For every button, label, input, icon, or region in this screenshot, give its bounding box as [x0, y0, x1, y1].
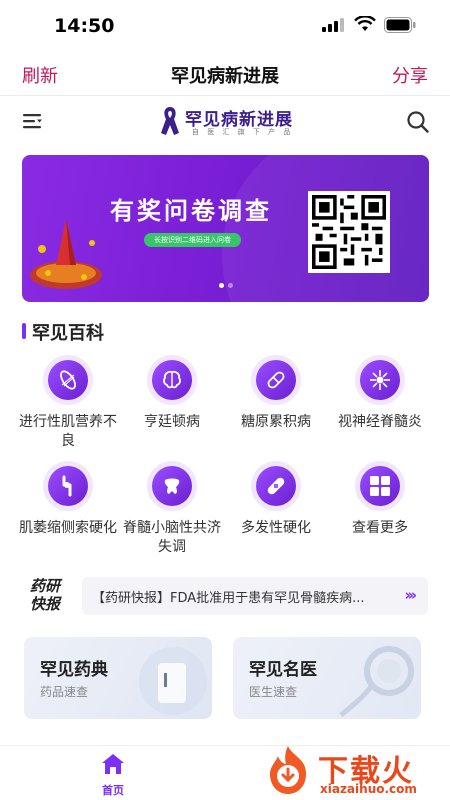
qr-code — [308, 191, 390, 273]
section-accent-bar — [22, 323, 26, 339]
wiki-item-ms[interactable]: 多发性硬化 — [226, 461, 326, 538]
wiki-item-glycogen[interactable]: 糖原累积病 — [226, 355, 326, 432]
news-text: 【药研快报】FDA批准用于患有罕见骨髓疾病... — [92, 591, 365, 606]
wiki-item-als[interactable]: 肌萎缩侧索硬化 — [18, 461, 118, 538]
news-tag-line2: 快报 — [30, 595, 61, 613]
banner-hint: 长按识别二维码进入问卷 — [144, 233, 241, 247]
doctor-lookup-card[interactable]: 罕见名医 医生速查 — [233, 637, 421, 719]
flame-logo-icon — [270, 746, 306, 794]
pill-bottle-illustration — [139, 647, 207, 715]
wiki-item-dystrophy[interactable]: 进行性肌营养不良 — [18, 355, 118, 451]
banner-pagination — [22, 273, 429, 292]
news-ticker[interactable]: 药研 快报 【药研快报】FDA批准用于患有罕见骨髓疾病... ››› — [24, 575, 428, 617]
bandage-icon — [267, 477, 285, 495]
wiki-item-label: 进行性肌营养不良 — [19, 414, 117, 449]
pagination-dot[interactable] — [227, 283, 233, 288]
news-tag-line1: 药研 — [30, 577, 61, 595]
wiki-item-label: 脊髓小脑性共济失调 — [123, 520, 221, 555]
promo-banner[interactable]: 有奖问卷调查 长按识别二维码进入问卷 — [22, 155, 429, 302]
menu-icon[interactable] — [22, 111, 44, 131]
chevron-right-icon: ››› — [404, 586, 416, 604]
signal-icon — [322, 18, 344, 32]
wifi-icon — [354, 16, 376, 31]
neuron-icon — [370, 370, 390, 390]
news-box[interactable]: 【药研快报】FDA批准用于患有罕见骨髓疾病... ››› — [82, 577, 428, 615]
battery-icon — [384, 17, 416, 33]
drug-lookup-card[interactable]: 罕见药典 药品速查 — [24, 637, 212, 719]
logo-subtitle: 自 医 汇 旗 下 产 品 — [192, 128, 294, 136]
stethoscope-illustration — [339, 646, 414, 717]
banner-title: 有奖问卷调查 — [110, 197, 272, 225]
wiki-item-label: 亨廷顿病 — [144, 414, 200, 430]
vertebra-icon — [164, 478, 180, 494]
wiki-item-label: 肌萎缩侧索硬化 — [19, 520, 117, 536]
card-title: 罕见名医 — [249, 660, 317, 680]
app-logo: 罕见病新进展 自 医 汇 旗 下 产 品 — [160, 103, 300, 141]
news-tag: 药研 快报 — [30, 577, 60, 613]
wiki-item-label: 查看更多 — [352, 520, 408, 536]
status-time: 14:50 — [54, 15, 115, 37]
wiki-item-label: 糖原累积病 — [241, 414, 311, 430]
search-icon[interactable] — [406, 110, 430, 134]
section-title: 罕见百科 — [32, 323, 104, 344]
watermark-url: xiazaihuo.com — [320, 782, 417, 796]
share-button[interactable]: 分享 — [392, 62, 428, 88]
nav-bar: 刷新 罕见病新进展 分享 — [0, 50, 450, 96]
tab-home[interactable]: 首页 — [88, 752, 138, 798]
wiki-item-sca[interactable]: 脊髓小脑性共济失调 — [122, 461, 222, 557]
page-title: 罕见病新进展 — [171, 66, 279, 87]
joint-icon — [62, 475, 72, 497]
qr-pattern — [312, 195, 386, 269]
pill-icon — [267, 371, 285, 389]
brain-icon — [163, 370, 181, 389]
pagination-dot-active[interactable] — [218, 283, 224, 288]
card-title: 罕见药典 — [40, 660, 108, 680]
grid-icon — [370, 476, 390, 496]
wiki-item-nmo[interactable]: 视神经脊髓炎 — [330, 355, 430, 432]
card-subtitle: 医生速查 — [249, 685, 298, 699]
wiki-item-more[interactable]: 查看更多 — [330, 461, 430, 538]
muscle-icon — [60, 370, 76, 390]
status-bar: 14:50 — [0, 0, 450, 50]
watermark: 下载火 xiazaihuo.com — [262, 742, 448, 800]
home-icon — [102, 754, 124, 774]
wiki-item-label: 多发性硬化 — [241, 520, 311, 536]
card-subtitle: 药品速查 — [40, 685, 89, 699]
wiki-item-huntington[interactable]: 亨廷顿病 — [122, 355, 222, 432]
ribbon-icon — [161, 107, 179, 135]
tab-home-label: 首页 — [102, 784, 124, 797]
app-header: 罕见病新进展 自 医 汇 旗 下 产 品 — [0, 97, 450, 147]
wiki-item-label: 视神经脊髓炎 — [338, 414, 422, 430]
